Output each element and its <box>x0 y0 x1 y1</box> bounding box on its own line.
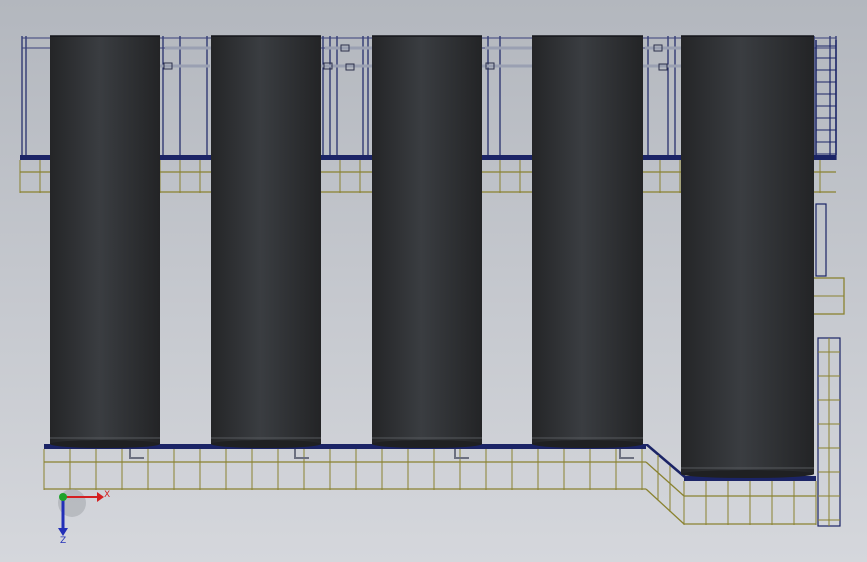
tank-1 <box>50 35 160 448</box>
tank-2 <box>211 35 321 448</box>
drain-pipe <box>129 449 144 459</box>
tank-5 <box>681 35 814 478</box>
axis-triad: X Z <box>58 489 110 546</box>
tank-4 <box>532 35 643 448</box>
tank-base <box>211 440 321 448</box>
tank-base <box>532 440 643 448</box>
tank-shell <box>50 36 160 444</box>
tank-farm-model: X Z <box>19 35 845 546</box>
tank-base <box>50 440 160 448</box>
ramp-rail <box>645 461 685 497</box>
x-axis-arrow-icon <box>97 492 104 502</box>
y-axis-dot-icon <box>59 493 67 501</box>
tank-3 <box>372 35 482 448</box>
drain-pipe <box>619 449 634 459</box>
tank-shell <box>681 36 814 474</box>
z-axis-arrow-icon <box>58 528 68 536</box>
ramp-rail <box>645 488 685 525</box>
drain-pipe <box>454 449 469 459</box>
drain-pipe <box>294 449 309 459</box>
tank-shell <box>532 36 643 444</box>
x-axis-label: X <box>104 490 110 500</box>
stair-column <box>815 203 827 277</box>
cad-viewport[interactable]: X Z <box>0 0 867 562</box>
z-axis-label: Z <box>60 536 66 546</box>
storage-tanks <box>50 35 814 478</box>
tank-shell <box>211 36 321 444</box>
tank-base <box>372 440 482 448</box>
tank-base <box>681 470 814 478</box>
tank-shell <box>372 36 482 444</box>
